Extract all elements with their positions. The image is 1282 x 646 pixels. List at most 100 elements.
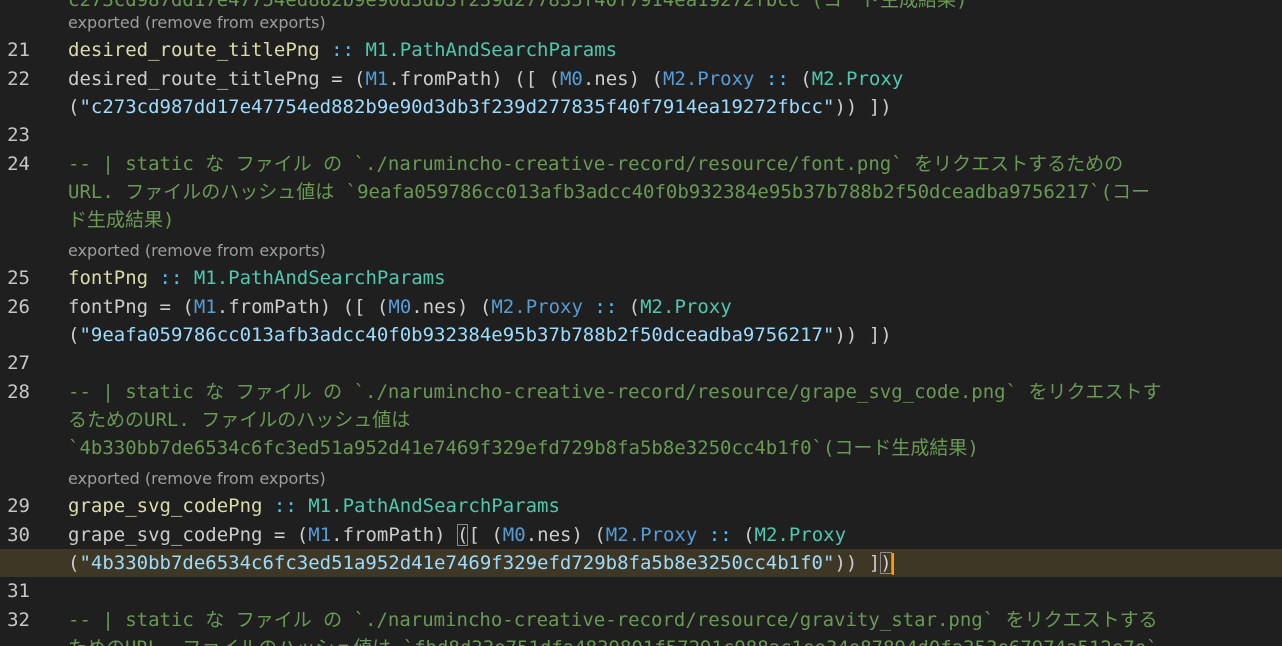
- doc-comment-line[interactable]: -- | static な ファイル の `./narumincho-creat…: [68, 378, 1161, 406]
- line-number: 28: [7, 381, 30, 403]
- type-name: .Proxy: [777, 524, 847, 546]
- definition-line[interactable]: fontPng = (M1.fromPath) ([ (M0.nes) (M2.…: [68, 293, 732, 321]
- paren: ) (: [628, 68, 663, 90]
- function-name: fontPng: [68, 267, 149, 289]
- paren: (: [491, 524, 503, 546]
- comment-text: -- | static な ファイル の `./narumincho-creat…: [68, 153, 1124, 175]
- line-number: 29: [7, 495, 30, 517]
- paren: (: [628, 296, 641, 318]
- paren: (: [182, 296, 194, 318]
- paren: ): [319, 296, 332, 318]
- hash-string-line[interactable]: ("9eafa059786cc013afb3adcc40f0b932384e95…: [68, 321, 892, 349]
- paren: (: [296, 524, 309, 546]
- comment-text: -- | static な ファイル の `./narumincho-creat…: [68, 381, 1162, 403]
- line-number: 24: [7, 153, 30, 175]
- module-qualifier: M2: [754, 524, 778, 546]
- function-ref: .nes: [411, 296, 458, 318]
- paren: (: [68, 96, 80, 118]
- matching-bracket: (: [457, 524, 469, 546]
- doc-comment-line[interactable]: ためのURL. ファイルのハッシュ値は `fbd8d33e751dfa48398…: [68, 634, 1158, 646]
- definition-line[interactable]: desired_route_titlePng = (M1.fromPath) (…: [68, 65, 903, 93]
- module-qualifier: M1: [193, 296, 217, 318]
- doc-comment-line[interactable]: ド生成結果): [68, 206, 174, 234]
- line-number: 31: [7, 580, 30, 602]
- line-number: 23: [7, 124, 30, 146]
- function-name: grape_svg_codePng: [68, 524, 263, 546]
- paren: ): [491, 68, 503, 90]
- equals-sign: =: [319, 68, 354, 90]
- paren: (: [743, 524, 755, 546]
- string-literal: "c273cd987dd17e47754ed882b9e90d3db3f239d…: [79, 96, 835, 118]
- constructor: .Proxy: [628, 524, 698, 546]
- type-name: .PathAndSearchParams: [216, 267, 446, 289]
- codelens-export-link[interactable]: exported (remove from exports): [68, 13, 326, 33]
- module-qualifier: M0: [502, 524, 526, 546]
- equals-sign: =: [148, 296, 183, 318]
- list-open: ([: [502, 68, 549, 90]
- paren: (: [354, 68, 366, 90]
- function-ref: .fromPath: [216, 296, 320, 318]
- string-literal: "9eafa059786cc013afb3adcc40f0b932384e95b…: [79, 324, 835, 346]
- line-number: 25: [7, 267, 30, 289]
- double-colon: ::: [262, 495, 309, 517]
- line-number: 21: [7, 39, 30, 61]
- module-qualifier: M2: [605, 524, 629, 546]
- double-colon: ::: [697, 524, 744, 546]
- module-qualifier: M2: [662, 68, 686, 90]
- paren: (: [68, 324, 80, 346]
- hash-string-line[interactable]: ("4b330bb7de6534c6fc3ed51a952d41e7469f32…: [68, 549, 894, 577]
- module-qualifier: M2: [640, 296, 663, 318]
- codelens-export-link[interactable]: exported (remove from exports): [68, 241, 326, 261]
- code-line-partial[interactable]: c273cd987dd17e47754ed882b9e90d3db3f239d2…: [68, 0, 967, 14]
- paren: (: [68, 552, 80, 574]
- constructor: .Proxy: [685, 68, 755, 90]
- line-number: 30: [7, 524, 30, 546]
- function-ref: .nes: [525, 524, 572, 546]
- module-qualifier: M0: [388, 296, 412, 318]
- list-open: ([: [331, 296, 377, 318]
- code-editor[interactable]: c273cd987dd17e47754ed882b9e90d3db3f239d2…: [0, 0, 1282, 646]
- type-name: .Proxy: [663, 296, 732, 318]
- codelens-export-link[interactable]: exported (remove from exports): [68, 469, 326, 489]
- definition-line[interactable]: grape_svg_codePng = (M1.fromPath) ([ (M0…: [68, 521, 846, 549]
- module-qualifier: M2: [811, 68, 835, 90]
- paren: )) ]): [834, 324, 892, 346]
- function-ref: .fromPath: [388, 68, 492, 90]
- comment-text: ド生成結果): [68, 209, 175, 231]
- line-number: 27: [7, 352, 30, 374]
- function-name: desired_route_titlePng: [68, 68, 320, 90]
- doc-comment-line[interactable]: -- | static な ファイル の `./narumincho-creat…: [68, 150, 1123, 178]
- type-signature-line[interactable]: grape_svg_codePng :: M1.PathAndSearchPar…: [68, 492, 560, 520]
- double-colon: ::: [582, 296, 629, 318]
- paren: ) (: [457, 296, 492, 318]
- module-qualifier: M1: [308, 524, 332, 546]
- list-open: ([: [457, 524, 492, 546]
- doc-comment-line[interactable]: -- | static な ファイル の `./narumincho-creat…: [68, 606, 1158, 634]
- comment-text: c273cd987dd17e47754ed882b9e90d3db3f239d2…: [68, 0, 968, 11]
- hash-string-line[interactable]: ("c273cd987dd17e47754ed882b9e90d3db3f239…: [68, 93, 892, 121]
- module-qualifier: M0: [559, 68, 583, 90]
- string-literal: "4b330bb7de6534c6fc3ed51a952d41e7469f329…: [79, 552, 835, 574]
- paren: ) (: [571, 524, 606, 546]
- paren: )) ]): [834, 96, 892, 118]
- double-colon: ::: [754, 68, 801, 90]
- module-qualifier: M2: [491, 296, 515, 318]
- equals-sign: =: [262, 524, 297, 546]
- comment-text: `4b330bb7de6534c6fc3ed51a952d41e7469f329…: [68, 437, 979, 459]
- line-number: 22: [7, 68, 30, 90]
- type-signature-line[interactable]: fontPng :: M1.PathAndSearchParams: [68, 264, 446, 292]
- paren: (: [376, 296, 389, 318]
- paren: ): [434, 524, 446, 546]
- doc-comment-line[interactable]: `4b330bb7de6534c6fc3ed51a952d41e7469f329…: [68, 434, 979, 462]
- doc-comment-line[interactable]: URL. ファイルのハッシュ値は `9eafa059786cc013afb3ad…: [68, 178, 1150, 206]
- function-name: fontPng: [68, 296, 149, 318]
- paren: )) ]: [834, 552, 881, 574]
- type-name: .PathAndSearchParams: [388, 39, 618, 61]
- text-cursor: [891, 552, 894, 575]
- comment-text: URL. ファイルのハッシュ値は `9eafa059786cc013afb3ad…: [68, 181, 1151, 203]
- doc-comment-line[interactable]: るためのURL. ファイルのハッシュ値は: [68, 406, 410, 434]
- type-signature-line[interactable]: desired_route_titlePng :: M1.PathAndSear…: [68, 36, 617, 64]
- paren: (: [800, 68, 812, 90]
- function-ref: .fromPath: [331, 524, 435, 546]
- paren: (: [548, 68, 560, 90]
